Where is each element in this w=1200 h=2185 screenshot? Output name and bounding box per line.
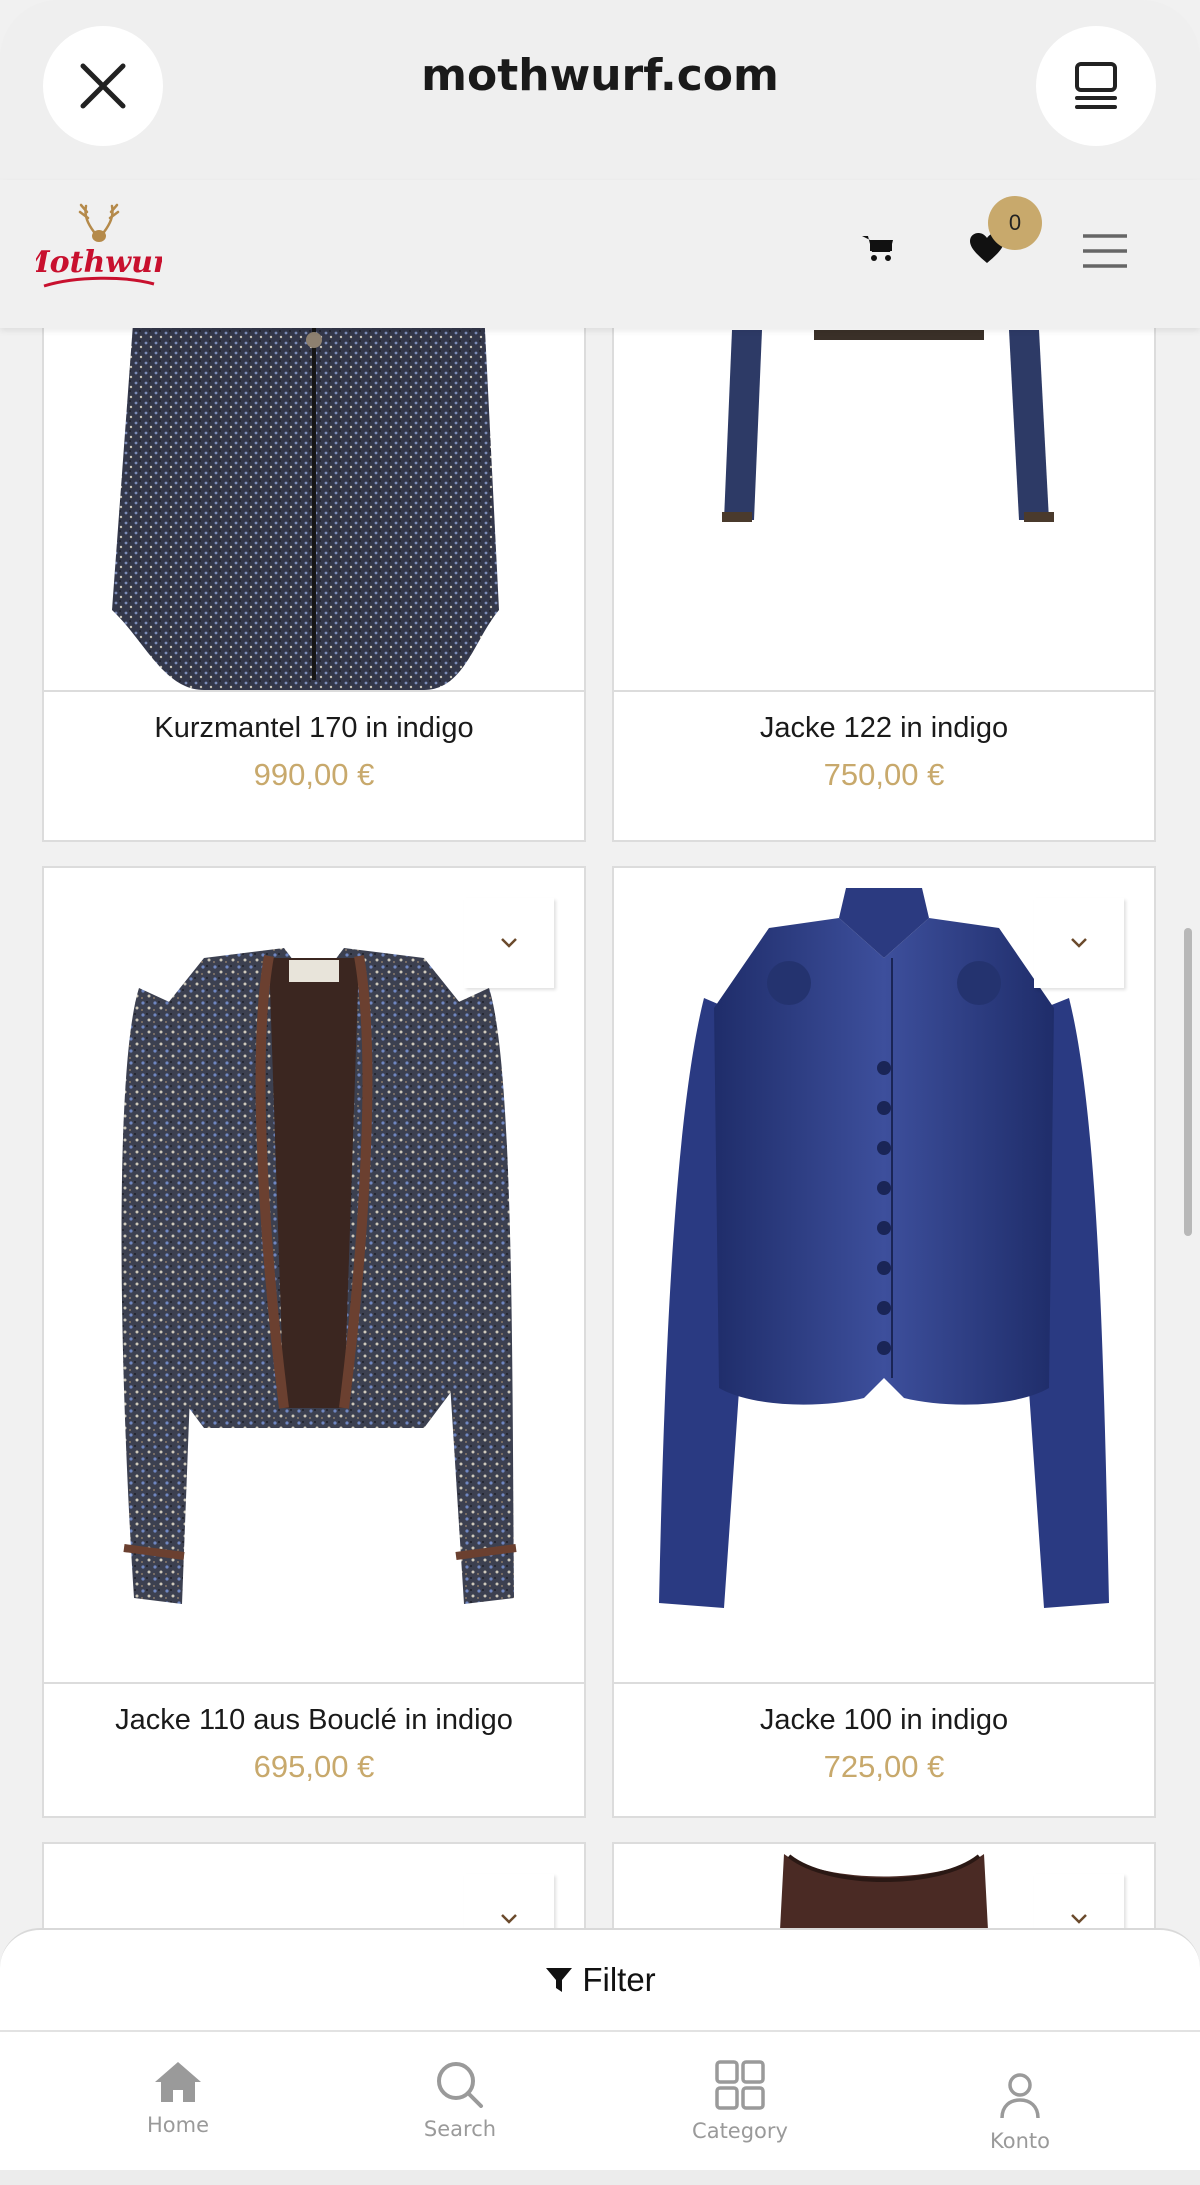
chevron-down-icon <box>1071 938 1087 948</box>
cart-icon[interactable] <box>858 228 898 268</box>
filter-button[interactable]: Filter <box>0 1928 1200 2030</box>
product-price: 990,00 € <box>253 757 375 792</box>
product-name[interactable]: Jacke 110 aus Bouclé in indigo <box>44 1704 584 1737</box>
user-icon <box>1000 2073 1040 2119</box>
site-logo[interactable]: Mothwurf <box>15 202 187 302</box>
product-grid: Kurzmantel 170 in indigo 990,00 € Jacke … <box>0 328 1200 1928</box>
chevron-down-icon <box>501 938 517 948</box>
product-image[interactable] <box>44 328 584 690</box>
product-name[interactable]: Kurzmantel 170 in indigo <box>44 712 584 745</box>
nav-search-label: Search <box>423 2117 497 2141</box>
site-header: Mothwurf 0 <box>0 180 1200 328</box>
dropdown-toggle-button[interactable] <box>1034 1874 1124 1928</box>
nav-search[interactable]: Search <box>380 2060 540 2141</box>
product-card[interactable]: Jacke 110 aus Bouclé in indigo 695,00 € <box>42 866 586 1818</box>
reader-mode-icon <box>1075 62 1117 109</box>
scrollbar[interactable] <box>1184 928 1192 1236</box>
dropdown-toggle-button[interactable] <box>464 1874 554 1928</box>
product-card[interactable] <box>42 1842 586 1928</box>
product-card[interactable]: Jacke 100 in indigo 725,00 € <box>612 866 1156 1818</box>
product-card[interactable]: Kurzmantel 170 in indigo 990,00 € <box>42 328 586 842</box>
product-price: 725,00 € <box>823 1749 945 1784</box>
category-icon <box>715 2060 765 2110</box>
product-name[interactable]: Jacke 122 in indigo <box>614 712 1154 745</box>
nav-home-label: Home <box>146 2113 209 2137</box>
hamburger-menu-icon[interactable] <box>1080 230 1130 272</box>
home-indicator-area <box>0 2170 1200 2185</box>
svg-text:Mothwurf: Mothwurf <box>36 245 162 280</box>
bottom-navigation: Home Search Category Konto <box>0 2030 1200 2170</box>
filter-funnel-icon <box>546 1968 573 1992</box>
close-button[interactable] <box>43 26 163 146</box>
product-price: 750,00 € <box>823 757 945 792</box>
product-card[interactable] <box>612 1842 1156 1928</box>
chevron-down-icon <box>501 1914 517 1924</box>
filter-label: Filter <box>582 1961 656 1998</box>
product-price: 695,00 € <box>253 1749 375 1784</box>
chevron-down-icon <box>1071 1914 1087 1924</box>
nav-home[interactable]: Home <box>98 2060 258 2137</box>
browser-toolbar: mothwurf.com <box>0 0 1200 180</box>
wishlist-count-badge: 0 <box>988 196 1042 250</box>
reader-mode-button[interactable] <box>1036 26 1156 146</box>
home-icon <box>155 2062 201 2102</box>
product-image[interactable] <box>614 868 1154 1682</box>
search-icon <box>437 2062 483 2108</box>
nav-konto[interactable]: Konto <box>940 2072 1100 2153</box>
product-name[interactable]: Jacke 100 in indigo <box>614 1704 1154 1737</box>
nav-category[interactable]: Category <box>660 2060 820 2143</box>
dropdown-toggle-button[interactable] <box>464 898 554 988</box>
product-image[interactable] <box>44 868 584 1682</box>
product-card[interactable]: Jacke 122 in indigo 750,00 € <box>612 328 1156 842</box>
nav-konto-label: Konto <box>990 2129 1050 2153</box>
url-label[interactable]: mothwurf.com <box>300 50 900 101</box>
dropdown-toggle-button[interactable] <box>1034 898 1124 988</box>
close-icon <box>80 63 126 109</box>
product-image[interactable] <box>614 328 1154 690</box>
nav-category-label: Category <box>692 2119 788 2143</box>
